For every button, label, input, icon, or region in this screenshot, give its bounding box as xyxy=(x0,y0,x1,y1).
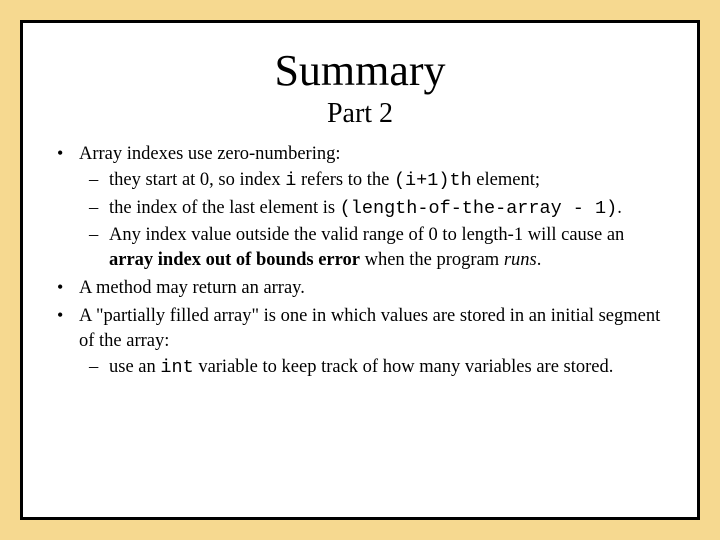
text: use an xyxy=(109,357,160,377)
bold-text: array index out of bounds error xyxy=(109,250,360,270)
text: when the program xyxy=(360,250,504,270)
list-item: use an int variable to keep track of how… xyxy=(79,355,669,380)
code-text: (length-of-the-array - 1) xyxy=(340,198,618,219)
slide-title: Summary xyxy=(51,45,669,96)
text: they start at 0, so index xyxy=(109,170,285,190)
text: . xyxy=(617,198,622,218)
text: . xyxy=(537,250,542,270)
list-item: the index of the last element is (length… xyxy=(79,196,669,221)
italic-text: runs xyxy=(504,250,537,270)
sub-list: use an int variable to keep track of how… xyxy=(79,355,669,380)
code-text: (i+1)th xyxy=(394,170,472,191)
code-text: i xyxy=(285,170,296,191)
list-item: Array indexes use zero-numbering: they s… xyxy=(51,142,669,272)
code-text: int xyxy=(160,357,193,378)
list-item: A method may return an array. xyxy=(51,276,669,300)
text: variable to keep track of how many varia… xyxy=(194,357,614,377)
bullet-list: Array indexes use zero-numbering: they s… xyxy=(51,142,669,381)
slide-body: Array indexes use zero-numbering: they s… xyxy=(51,142,669,381)
bullet-text: Array indexes use zero-numbering: xyxy=(79,144,340,164)
text: element; xyxy=(472,170,540,190)
list-item: they start at 0, so index i refers to th… xyxy=(79,168,669,193)
list-item: Any index value outside the valid range … xyxy=(79,223,669,272)
text: Any index value outside the valid range … xyxy=(109,225,624,245)
bullet-text: A method may return an array. xyxy=(79,278,305,298)
text: the index of the last element is xyxy=(109,198,340,218)
bullet-text: A "partially filled array" is one in whi… xyxy=(79,306,660,350)
list-item: A "partially filled array" is one in whi… xyxy=(51,304,669,380)
sub-list: they start at 0, so index i refers to th… xyxy=(79,168,669,272)
text: refers to the xyxy=(296,170,394,190)
slide: Summary Part 2 Array indexes use zero-nu… xyxy=(20,20,700,520)
slide-subtitle: Part 2 xyxy=(51,98,669,130)
